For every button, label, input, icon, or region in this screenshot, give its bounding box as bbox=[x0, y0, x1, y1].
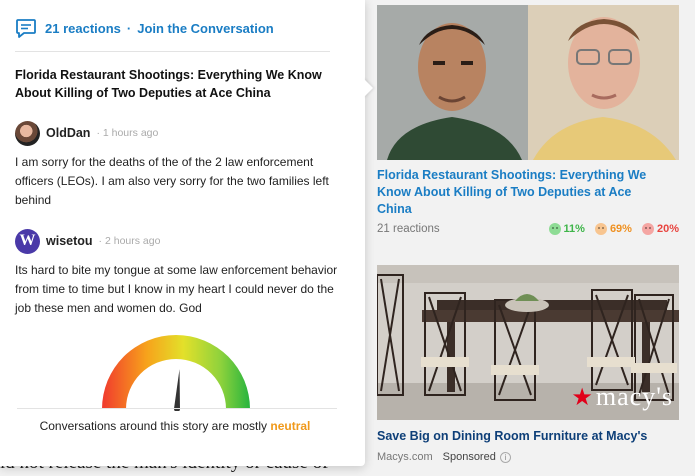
join-conversation-link[interactable]: Join the Conversation bbox=[137, 21, 274, 36]
comment-username[interactable]: OldDan bbox=[46, 126, 90, 140]
star-icon: ★ bbox=[571, 384, 594, 411]
gauge-needle bbox=[174, 369, 180, 411]
comment-timestamp: · 2 hours ago bbox=[98, 235, 161, 247]
story-card[interactable]: Florida Restaurant Shootings: Everything… bbox=[377, 5, 679, 235]
conversation-popup: 21 reactions · Join the Conversation Flo… bbox=[0, 0, 365, 466]
sponsored-label: Sponsored bbox=[442, 451, 496, 463]
deputy-photo-left bbox=[377, 5, 528, 160]
deputy-photo-right bbox=[528, 5, 679, 160]
comment-timestamp: · 1 hours ago bbox=[96, 127, 159, 139]
happy-face-icon bbox=[548, 223, 561, 235]
reactions-count-link[interactable]: 21 reactions bbox=[45, 21, 121, 36]
sentiment-value: neutral bbox=[270, 419, 311, 433]
sentiment-gauge bbox=[102, 335, 250, 411]
ad-card-title[interactable]: Save Big on Dining Room Furniture at Mac… bbox=[377, 428, 679, 445]
neutral-reaction: 69% bbox=[594, 223, 632, 235]
comment-username[interactable]: wisetou bbox=[46, 234, 93, 248]
ad-source[interactable]: Macys.com bbox=[377, 451, 433, 463]
ad-meta: Macys.com Sponsored i bbox=[377, 451, 679, 463]
story-photo[interactable] bbox=[377, 5, 679, 160]
avatar[interactable]: W bbox=[15, 228, 40, 254]
info-icon[interactable]: i bbox=[499, 451, 511, 463]
divider bbox=[17, 408, 337, 409]
chat-bubble-icon bbox=[16, 19, 36, 38]
comment-item: W wisetou · 2 hours ago Its hard to bite… bbox=[15, 228, 350, 318]
reaction-breakdown: 11% 69% 20% bbox=[548, 223, 679, 235]
header-separator: · bbox=[126, 21, 132, 36]
popup-header: 21 reactions · Join the Conversation bbox=[15, 17, 330, 52]
ad-photo[interactable]: ★ macy's bbox=[377, 265, 679, 420]
story-card-title[interactable]: Florida Restaurant Shootings: Everything… bbox=[377, 167, 667, 218]
comment-text: I am sorry for the deaths of the of the … bbox=[15, 155, 329, 207]
comment-text: Its hard to bite my tongue at some law e… bbox=[15, 263, 338, 315]
ad-card[interactable]: ★ macy's Save Big on Dining Room Furnitur… bbox=[377, 265, 679, 463]
macys-logo: ★ macy's bbox=[571, 382, 673, 411]
popup-pointer bbox=[363, 78, 373, 98]
sentiment-caption: Conversations around this story are most… bbox=[39, 419, 311, 433]
sad-face-icon bbox=[641, 223, 654, 235]
positive-reaction: 11% bbox=[548, 223, 585, 235]
comment-item: OldDan · 1 hours ago I am sorry for the … bbox=[15, 120, 350, 210]
negative-reaction: 20% bbox=[641, 223, 679, 235]
story-card-reactions[interactable]: 21 reactions bbox=[377, 223, 440, 235]
avatar[interactable] bbox=[15, 120, 40, 146]
neutral-face-icon bbox=[594, 223, 607, 235]
story-card-meta: 21 reactions 11% 69% 20% bbox=[377, 223, 679, 235]
story-title[interactable]: Florida Restaurant Shootings: Everything… bbox=[15, 66, 345, 102]
